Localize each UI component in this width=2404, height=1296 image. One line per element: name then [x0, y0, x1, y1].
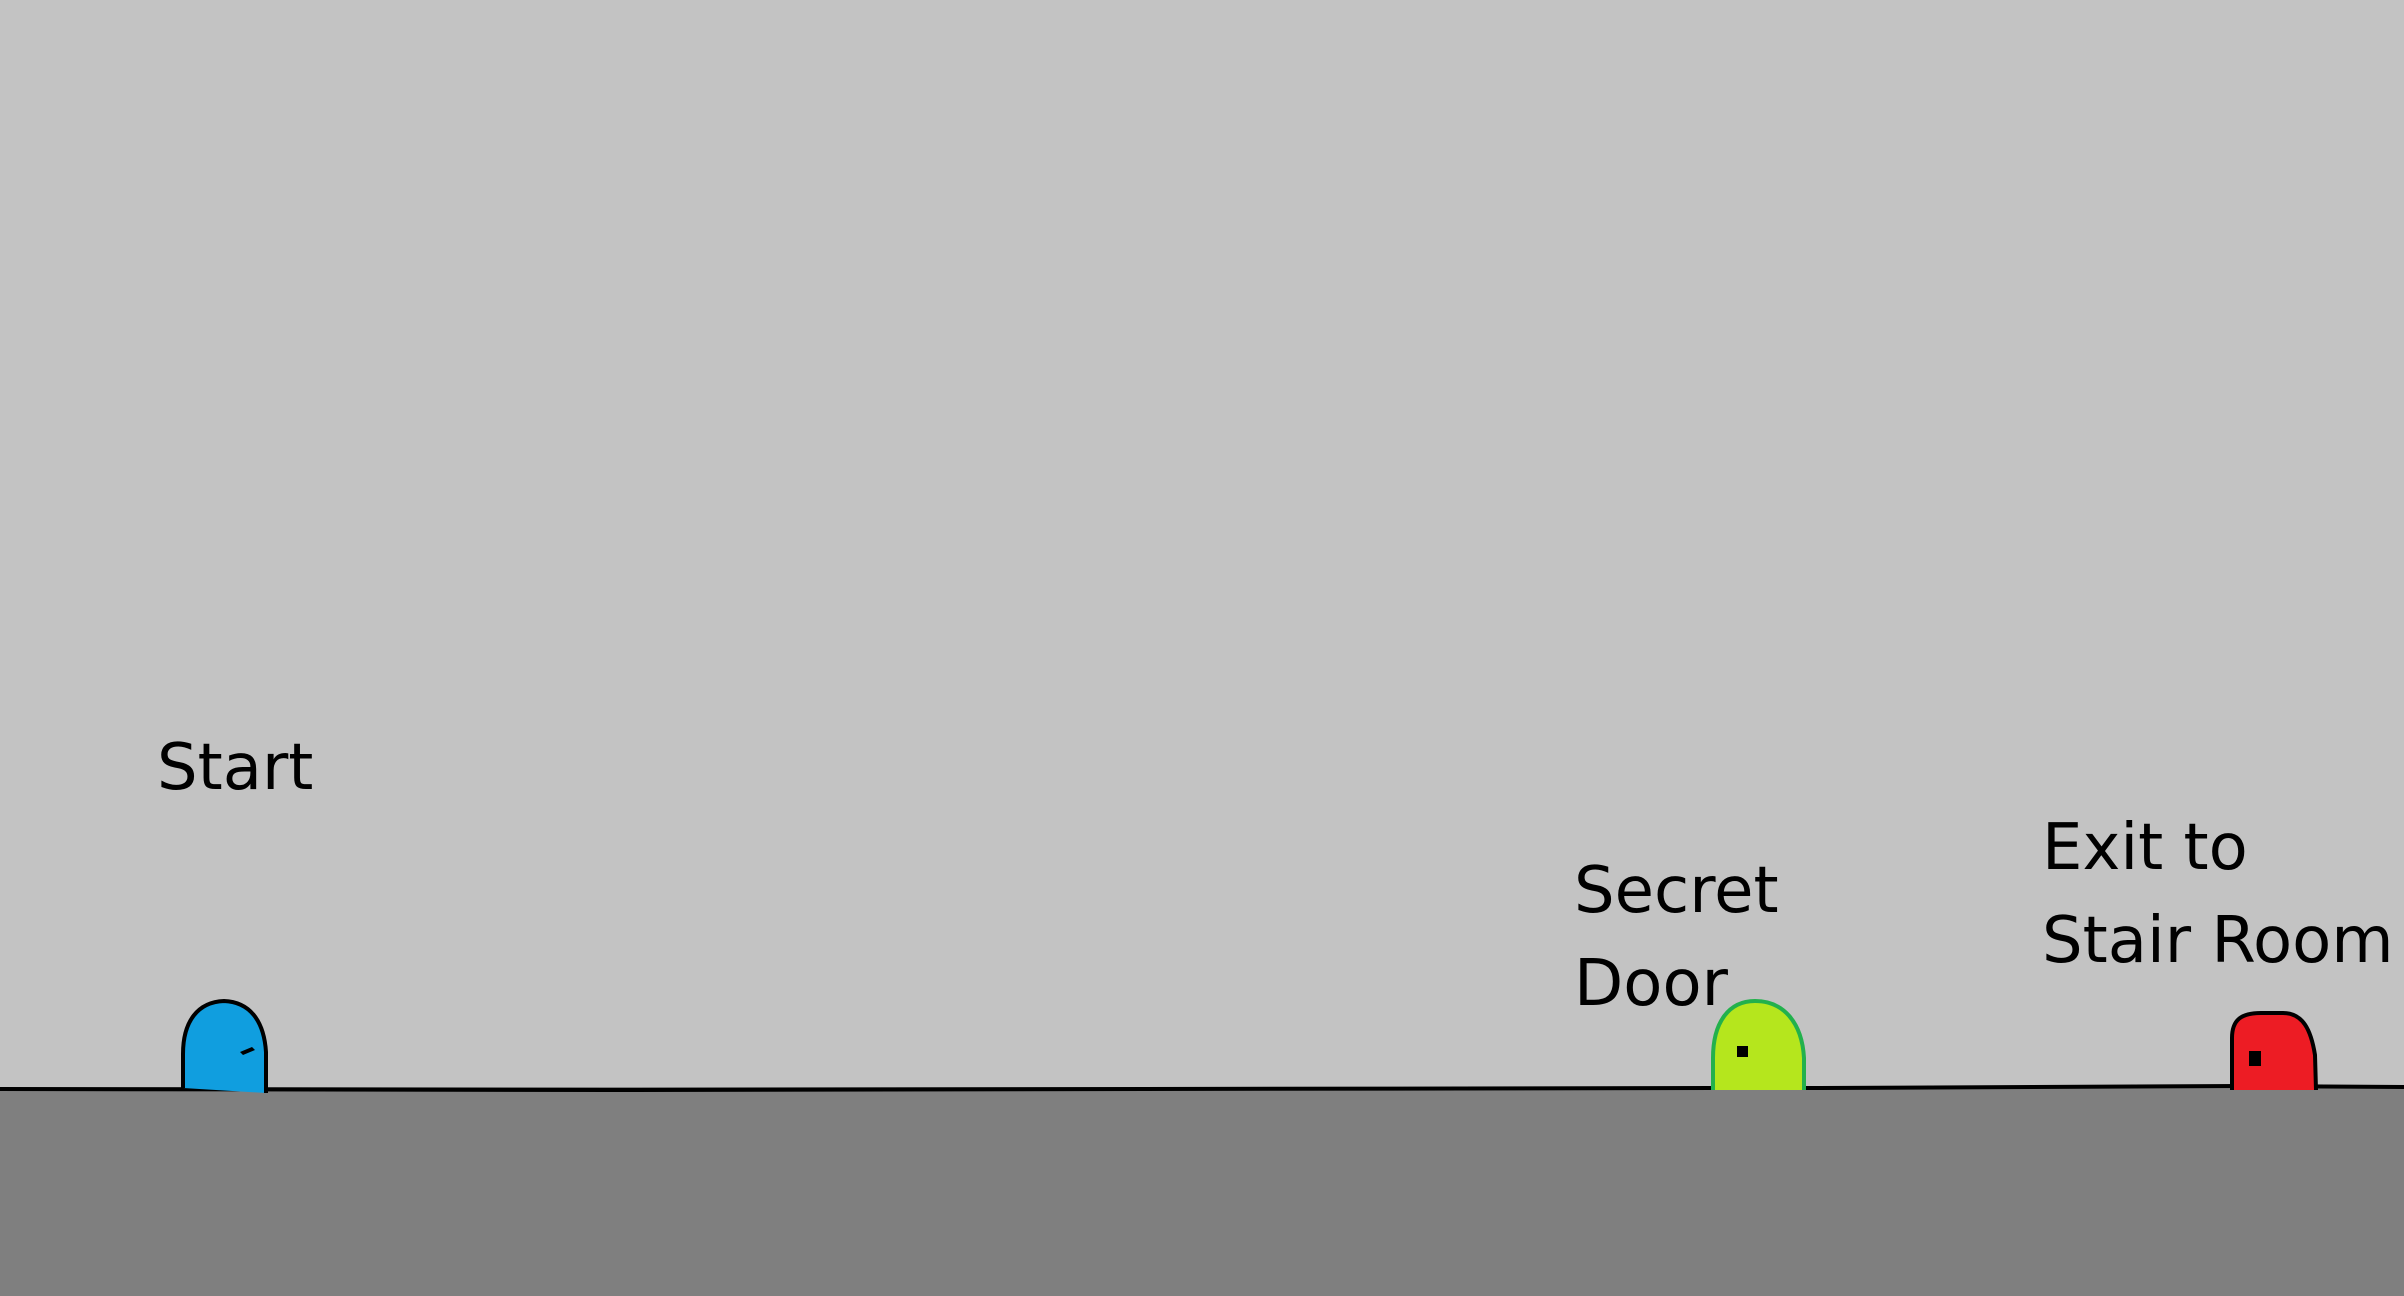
start-label: Start — [157, 722, 313, 815]
red-door-icon[interactable] — [2227, 1010, 2323, 1094]
secret-door-label-line-1: Secret — [1574, 854, 1779, 928]
start-label-line: Start — [157, 731, 314, 805]
exit-door-shape — [2230, 1011, 2318, 1091]
secret-door-knob — [1737, 1046, 1748, 1057]
exit-label-line-2: Stair Room — [2042, 903, 2394, 978]
exit-door-knob — [2249, 1051, 2261, 1066]
exit-label-line-1: Exit to — [2042, 811, 2248, 885]
blue-door-icon[interactable] — [176, 996, 276, 1096]
exit-label: Exit to Stair Room — [2042, 802, 2394, 988]
start-door-shape — [181, 998, 268, 1093]
ground-line — [0, 1083, 2404, 1093]
game-scene: Start Secret Door Exit to Stair Room — [0, 0, 2404, 1296]
green-door-icon[interactable] — [1707, 998, 1811, 1094]
secret-door-shape — [1711, 998, 1806, 1090]
